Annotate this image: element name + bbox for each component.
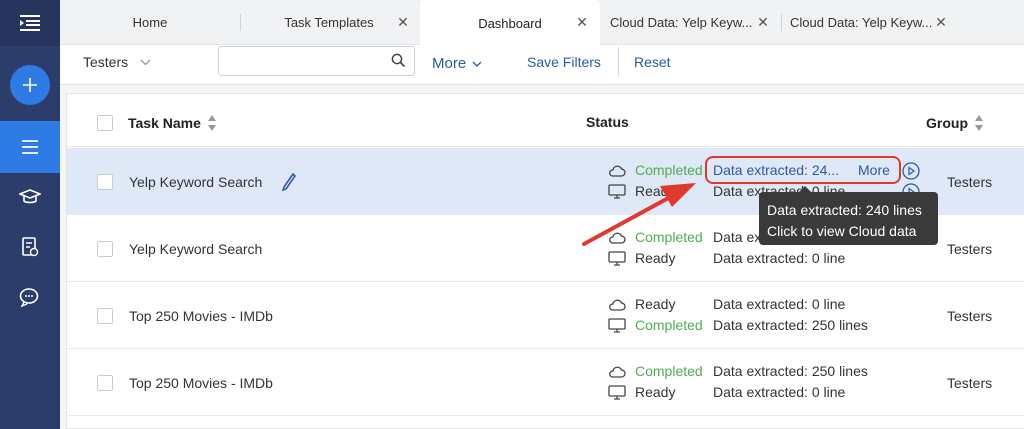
tab-bar: Home Task Templates ✕ Dashboard ✕ Cloud … — [60, 0, 1024, 46]
header-task-name[interactable]: Task Name — [128, 114, 217, 132]
tab-dashboard[interactable]: Dashboard ✕ — [420, 0, 600, 46]
tab-task-templates[interactable]: Task Templates ✕ — [241, 0, 417, 45]
tab-cloud-data-1[interactable]: Cloud Data: Yelp Keyw... ✕ — [605, 0, 780, 45]
monitor-icon — [608, 384, 626, 400]
row-checkbox[interactable] — [97, 375, 113, 391]
sidebar-item-support[interactable] — [0, 274, 60, 320]
close-icon[interactable]: ✕ — [397, 15, 409, 29]
cloud-data[interactable]: Data extracted: 250 lines — [713, 363, 868, 379]
cloud-icon — [608, 229, 626, 245]
table-header: Task Name Status Group — [67, 94, 1024, 147]
tooltip-line-1: Data extracted: 240 lines — [767, 202, 922, 218]
plus-icon — [23, 78, 37, 92]
tab-home[interactable]: Home — [60, 0, 240, 45]
local-status: Ready — [635, 183, 676, 199]
header-group-label: Group — [926, 115, 968, 131]
cloud-status: Completed — [635, 162, 703, 178]
row-checkbox[interactable] — [97, 308, 113, 324]
chevron-down-icon — [472, 61, 482, 67]
save-filters-button[interactable]: Save Filters — [527, 54, 601, 70]
task-table: Task Name Status Group Yelp Keyword Sear… — [66, 93, 1024, 429]
monitor-icon — [608, 183, 626, 199]
search-icon[interactable] — [391, 53, 406, 68]
pencil-icon[interactable] — [281, 172, 297, 192]
menu-icon — [20, 15, 40, 31]
close-icon[interactable]: ✕ — [757, 15, 769, 29]
group-cell: Testers — [947, 241, 993, 257]
cloud-status: Completed — [635, 229, 703, 245]
cloud-status: Completed — [635, 363, 703, 379]
task-name[interactable]: Yelp Keyword Search — [129, 241, 262, 257]
divider — [618, 47, 619, 77]
task-name[interactable]: Yelp Keyword Search — [129, 174, 262, 190]
table-row[interactable]: Top 250 Movies - IMDb Completed Data ext… — [67, 349, 1024, 416]
local-status: Ready — [635, 384, 676, 400]
local-status-line: Ready Data extracted: 0 line — [608, 250, 845, 266]
group-cell: Testers — [947, 174, 993, 190]
local-data: Data extracted: 0 line — [713, 384, 846, 400]
tab-label: Dashboard — [478, 15, 542, 31]
header-status-label: Status — [586, 114, 629, 130]
header-status: Status — [586, 114, 629, 130]
chevron-down-icon — [140, 59, 151, 65]
sort-icon[interactable] — [207, 114, 217, 132]
sidebar — [0, 0, 60, 429]
monitor-icon — [608, 317, 626, 333]
cloud-icon — [608, 162, 626, 178]
new-task-button[interactable] — [0, 62, 60, 108]
group-cell: Testers — [947, 375, 993, 391]
tooltip-line-2: Click to view Cloud data — [767, 223, 917, 239]
tab-label: Cloud Data: Yelp Keyw... — [610, 15, 753, 30]
tab-label: Cloud Data: Yelp Keyw... — [790, 15, 933, 30]
document-check-icon — [22, 237, 39, 257]
cloud-data: Data extracted: 0 line — [713, 296, 846, 312]
group-cell: Testers — [947, 308, 993, 324]
more-filters-label: More — [432, 55, 467, 72]
local-status-line: Completed Data extracted: 250 lines — [608, 317, 868, 333]
header-task-name-label: Task Name — [128, 115, 201, 131]
tab-cloud-data-2[interactable]: Cloud Data: Yelp Keyw... ✕ — [782, 0, 957, 45]
monitor-icon — [608, 250, 626, 266]
reset-button[interactable]: Reset — [634, 54, 671, 70]
sidebar-item-dashboard[interactable] — [0, 121, 60, 173]
filter-bar: Testers More Save Filters Reset — [60, 45, 1024, 85]
tab-label: Task Templates — [284, 15, 374, 30]
cloud-data-tooltip: Data extracted: 240 lines Click to view … — [759, 192, 938, 245]
local-status: Ready — [635, 250, 676, 266]
row-checkbox[interactable] — [97, 241, 113, 257]
menu-toggle-button[interactable] — [0, 0, 60, 46]
sidebar-item-tutorials[interactable] — [0, 175, 60, 219]
header-group[interactable]: Group — [926, 114, 984, 132]
more-filters-dropdown[interactable]: More — [432, 55, 482, 72]
sidebar-item-tasks[interactable] — [0, 225, 60, 269]
group-select-value: Testers — [83, 54, 129, 70]
local-status-line: Ready Data extracted: 0 line — [608, 384, 845, 400]
cloud-icon — [608, 296, 626, 312]
select-all-checkbox[interactable] — [97, 115, 113, 131]
row-checkbox[interactable] — [97, 174, 113, 190]
cloud-data-more-link[interactable]: More — [858, 162, 890, 178]
graduation-cap-icon — [19, 189, 41, 204]
cloud-status-line: Completed Data extracted: 250 lines — [608, 363, 868, 379]
tab-label: Home — [132, 15, 168, 30]
search-input[interactable] — [218, 46, 415, 76]
cloud-icon — [608, 363, 626, 379]
sort-icon[interactable] — [974, 114, 984, 132]
task-name[interactable]: Top 250 Movies - IMDb — [129, 375, 273, 391]
table-row[interactable]: Top 250 Movies - IMDb Ready Data extract… — [67, 282, 1024, 349]
play-circle-icon[interactable] — [902, 162, 920, 180]
local-data[interactable]: Data extracted: 250 lines — [713, 317, 868, 333]
chat-icon — [19, 288, 39, 307]
cloud-status-line: Ready Data extracted: 0 line — [608, 296, 845, 312]
cloud-status: Ready — [635, 296, 676, 312]
local-status: Completed — [635, 317, 703, 333]
group-select[interactable]: Testers — [83, 54, 151, 70]
close-icon[interactable]: ✕ — [935, 15, 947, 29]
task-name[interactable]: Top 250 Movies - IMDb — [129, 308, 273, 324]
local-data: Data extracted: 0 line — [713, 250, 846, 266]
list-icon — [22, 140, 38, 154]
close-icon[interactable]: ✕ — [576, 15, 588, 29]
